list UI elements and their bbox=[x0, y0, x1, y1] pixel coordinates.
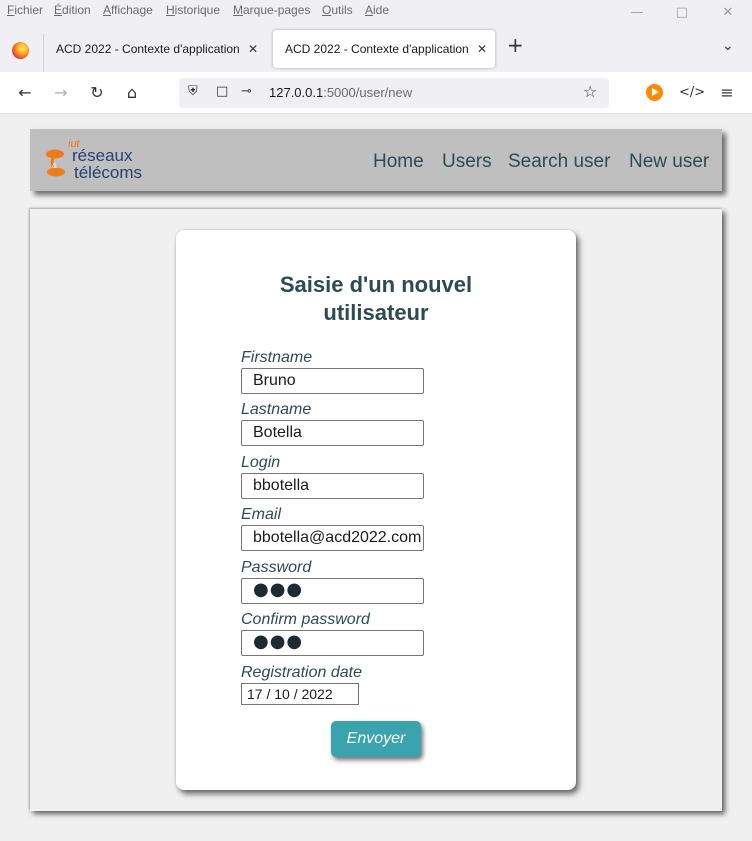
logo-ampersand: & bbox=[52, 163, 57, 170]
tab-label: ACD 2022 - Contexte d'application bbox=[56, 42, 240, 56]
logo-line2: télécoms bbox=[74, 163, 142, 182]
registration-date-input[interactable]: 17 / 10 / 2022 bbox=[241, 683, 359, 705]
back-icon[interactable]: ← bbox=[13, 81, 37, 105]
menu-edition[interactable]: Édition bbox=[54, 3, 91, 17]
tab-active[interactable]: ACD 2022 - Contexte d'application ✕ bbox=[273, 30, 495, 68]
browser-menubar: Fichier Édition Affichage Historique Mar… bbox=[0, 0, 752, 26]
tab-inactive[interactable]: ACD 2022 - Contexte d'application ✕ bbox=[44, 30, 266, 68]
menu-historique[interactable]: Historique bbox=[166, 3, 220, 17]
page-icon[interactable]: □ bbox=[216, 84, 228, 99]
url-path: :5000/user/new bbox=[323, 85, 413, 100]
browser-navbar: ← → ↻ ⌂ ⛨ □ ⊸ 127.0.0.1:5000/user/new ☆ … bbox=[0, 72, 752, 114]
maximize-icon[interactable]: □ bbox=[672, 3, 692, 23]
reload-icon[interactable]: ↻ bbox=[85, 81, 109, 105]
url-text[interactable]: 127.0.0.1:5000/user/new bbox=[269, 85, 412, 100]
nav-search-user-link[interactable]: Search user bbox=[508, 151, 610, 173]
password-input[interactable]: ●●● bbox=[241, 578, 424, 604]
main-content: Saisie d'un nouvel utilisateur Firstname… bbox=[30, 209, 722, 811]
new-user-form-card: Saisie d'un nouvel utilisateur Firstname… bbox=[176, 230, 576, 790]
password-label: Password bbox=[241, 559, 312, 576]
site-header: iut réseaux & télécoms Home Users Search… bbox=[30, 129, 722, 191]
confirm-password-input[interactable]: ●●● bbox=[241, 630, 424, 656]
menu-outils[interactable]: Outils bbox=[322, 3, 353, 17]
nav-users-link[interactable]: Users bbox=[442, 151, 492, 173]
media-play-icon[interactable] bbox=[646, 84, 663, 101]
tab-close-icon[interactable]: ✕ bbox=[477, 30, 487, 68]
firefox-logo-icon bbox=[12, 42, 29, 59]
form-title: Saisie d'un nouvel utilisateur bbox=[176, 271, 576, 327]
iut-reseaux-telecoms-logo[interactable]: iut réseaux & télécoms bbox=[44, 137, 194, 183]
url-host: 127.0.0.1 bbox=[269, 85, 324, 100]
lastname-input[interactable]: Botella bbox=[241, 420, 424, 446]
minimize-icon[interactable]: — bbox=[627, 3, 647, 23]
hamburger-menu-icon[interactable]: ≡ bbox=[715, 81, 739, 105]
submit-button[interactable]: Envoyer bbox=[331, 721, 421, 757]
firstname-label: Firstname bbox=[241, 349, 313, 366]
email-label: Email bbox=[241, 506, 282, 523]
browser-tabbar: ACD 2022 - Contexte d'application ✕ ACD … bbox=[0, 26, 752, 72]
new-tab-icon[interactable]: + bbox=[507, 26, 524, 64]
login-label: Login bbox=[241, 454, 281, 471]
forward-icon[interactable]: → bbox=[49, 81, 73, 105]
shield-icon[interactable]: ⛨ bbox=[188, 84, 198, 99]
url-bar[interactable]: ⛨ □ ⊸ 127.0.0.1:5000/user/new ☆ bbox=[179, 78, 609, 108]
nav-home-link[interactable]: Home bbox=[373, 151, 424, 173]
menu-marque-pages[interactable]: Marque-pages bbox=[233, 3, 310, 17]
page-viewport: iut réseaux & télécoms Home Users Search… bbox=[0, 115, 752, 841]
tab-label: ACD 2022 - Contexte d'application bbox=[285, 42, 469, 56]
form-title-line2: utilisateur bbox=[323, 300, 429, 325]
menu-affichage[interactable]: Affichage bbox=[103, 3, 153, 17]
developer-code-icon[interactable]: </> bbox=[679, 81, 705, 105]
list-tabs-chevron-down-icon[interactable]: ⌄ bbox=[722, 38, 734, 54]
form-title-line1: Saisie d'un nouvel bbox=[279, 272, 473, 297]
key-icon[interactable]: ⊸ bbox=[241, 84, 252, 99]
registration-date-label: Registration date bbox=[241, 664, 362, 681]
confirm-password-label: Confirm password bbox=[241, 611, 370, 628]
home-icon[interactable]: ⌂ bbox=[120, 81, 144, 105]
menu-fichier[interactable]: Fichier bbox=[7, 3, 43, 17]
star-bookmark-icon[interactable]: ☆ bbox=[583, 82, 597, 101]
nav-new-user-link[interactable]: New user bbox=[629, 151, 709, 173]
email-input[interactable]: bbotella@acd2022.com bbox=[241, 525, 424, 551]
menu-aide[interactable]: Aide bbox=[365, 3, 389, 17]
tab-close-icon[interactable]: ✕ bbox=[248, 30, 258, 68]
close-window-icon[interactable]: ✕ bbox=[718, 3, 738, 23]
login-input[interactable]: bbotella bbox=[241, 473, 424, 499]
firstname-input[interactable]: Bruno bbox=[241, 368, 424, 394]
lastname-label: Lastname bbox=[241, 401, 312, 418]
